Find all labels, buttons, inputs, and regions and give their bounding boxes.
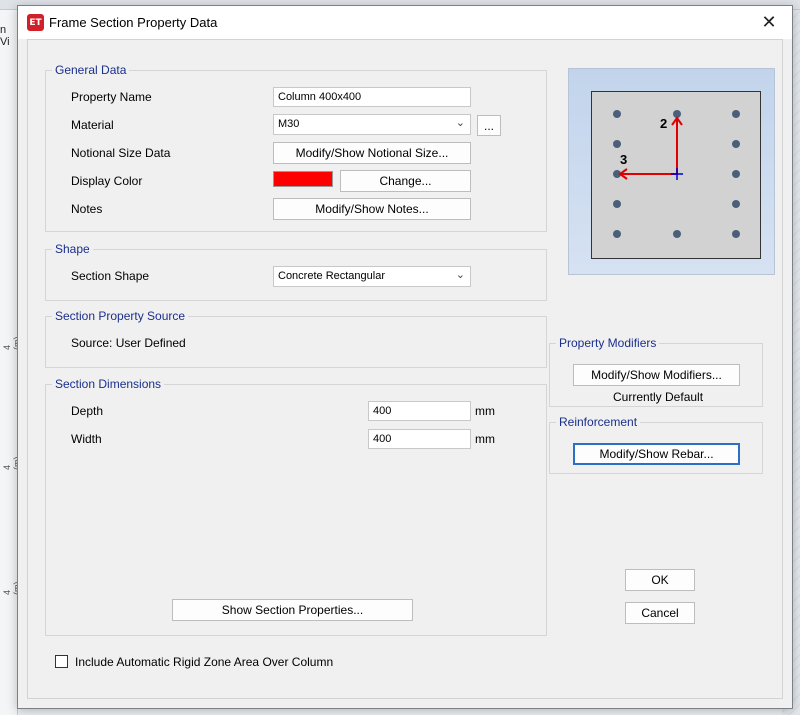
reinforcement-legend: Reinforcement [556,415,641,429]
rebar-dot [732,170,740,178]
frame-section-dialog: ET Frame Section Property Data ✕ General… [17,5,793,709]
rebar-dot [613,200,621,208]
display-color-label: Display Color [71,174,143,188]
modify-notes-button[interactable]: Modify/Show Notes... [273,198,471,220]
section-dimensions-legend: Section Dimensions [52,377,165,391]
dialog-title: Frame Section Property Data [49,15,218,30]
section-preview: 2 3 [568,68,775,275]
close-button[interactable]: ✕ [746,6,792,39]
title-bar[interactable]: ET Frame Section Property Data ✕ [18,6,792,39]
depth-unit: mm [475,404,495,418]
display-color-swatch[interactable] [273,171,333,187]
axis-2-arrow [671,116,683,174]
width-unit: mm [475,432,495,446]
centroid-marker [671,168,683,180]
shape-legend: Shape [52,242,93,256]
material-select[interactable]: M30 ⌄ [273,114,471,135]
rebar-dot [732,110,740,118]
property-name-input[interactable]: Column 400x400 [273,87,471,107]
section-shape-value: Concrete Rectangular [278,270,386,282]
rebar-dot [732,200,740,208]
rigid-zone-checkbox[interactable] [55,655,68,668]
width-label: Width [71,432,102,446]
depth-label: Depth [71,404,104,418]
notional-size-label: Notional Size Data [71,146,171,160]
depth-input[interactable]: 400 [368,401,471,421]
rebar-dot [613,140,621,148]
source-text: Source: User Defined [71,336,186,350]
background-tab-label: n Vi [0,24,10,48]
axis-2-label: 2 [660,116,667,131]
modify-rebar-button[interactable]: Modify/Show Rebar... [573,443,740,465]
material-label: Material [71,118,114,132]
modify-notional-size-button[interactable]: Modify/Show Notional Size... [273,142,471,164]
section-drawing: 2 3 [613,110,740,238]
cancel-button[interactable]: Cancel [625,602,695,624]
chevron-down-icon: ⌄ [455,117,465,129]
rebar-dot [732,140,740,148]
rebar-dot [673,230,681,238]
property-name-label: Property Name [71,90,152,104]
close-icon: ✕ [761,12,777,33]
modify-modifiers-button[interactable]: Modify/Show Modifiers... [573,364,740,386]
property-modifiers-legend: Property Modifiers [556,336,660,350]
material-browse-button[interactable]: ... [477,115,501,136]
general-data-legend: General Data [52,63,130,77]
axis-3-label: 3 [620,152,627,167]
etabs-app-icon: ET [27,14,44,31]
change-color-button[interactable]: Change... [340,170,471,192]
section-preview-canvas: 2 3 [591,91,761,259]
dialog-content: General Data Property Name Column 400x40… [27,39,783,699]
material-value: M30 [278,118,300,130]
chevron-down-icon: ⌄ [455,269,465,281]
property-source-legend: Section Property Source [52,309,189,323]
notes-label: Notes [71,202,103,216]
axis-3-arrow [618,168,677,180]
width-input[interactable]: 400 [368,429,471,449]
modifiers-status: Currently Default [613,390,704,404]
rigid-zone-label: Include Automatic Rigid Zone Area Over C… [75,655,334,669]
rebar-dot [613,230,621,238]
ok-button[interactable]: OK [625,569,695,591]
section-shape-select[interactable]: Concrete Rectangular ⌄ [273,266,471,287]
section-shape-label: Section Shape [71,269,150,283]
background-left-panel: n Vi 4 (m) 4 (m) 4 (m) [0,10,22,715]
rebar-dot [613,110,621,118]
show-section-properties-button[interactable]: Show Section Properties... [172,599,413,621]
rebar-dot [732,230,740,238]
